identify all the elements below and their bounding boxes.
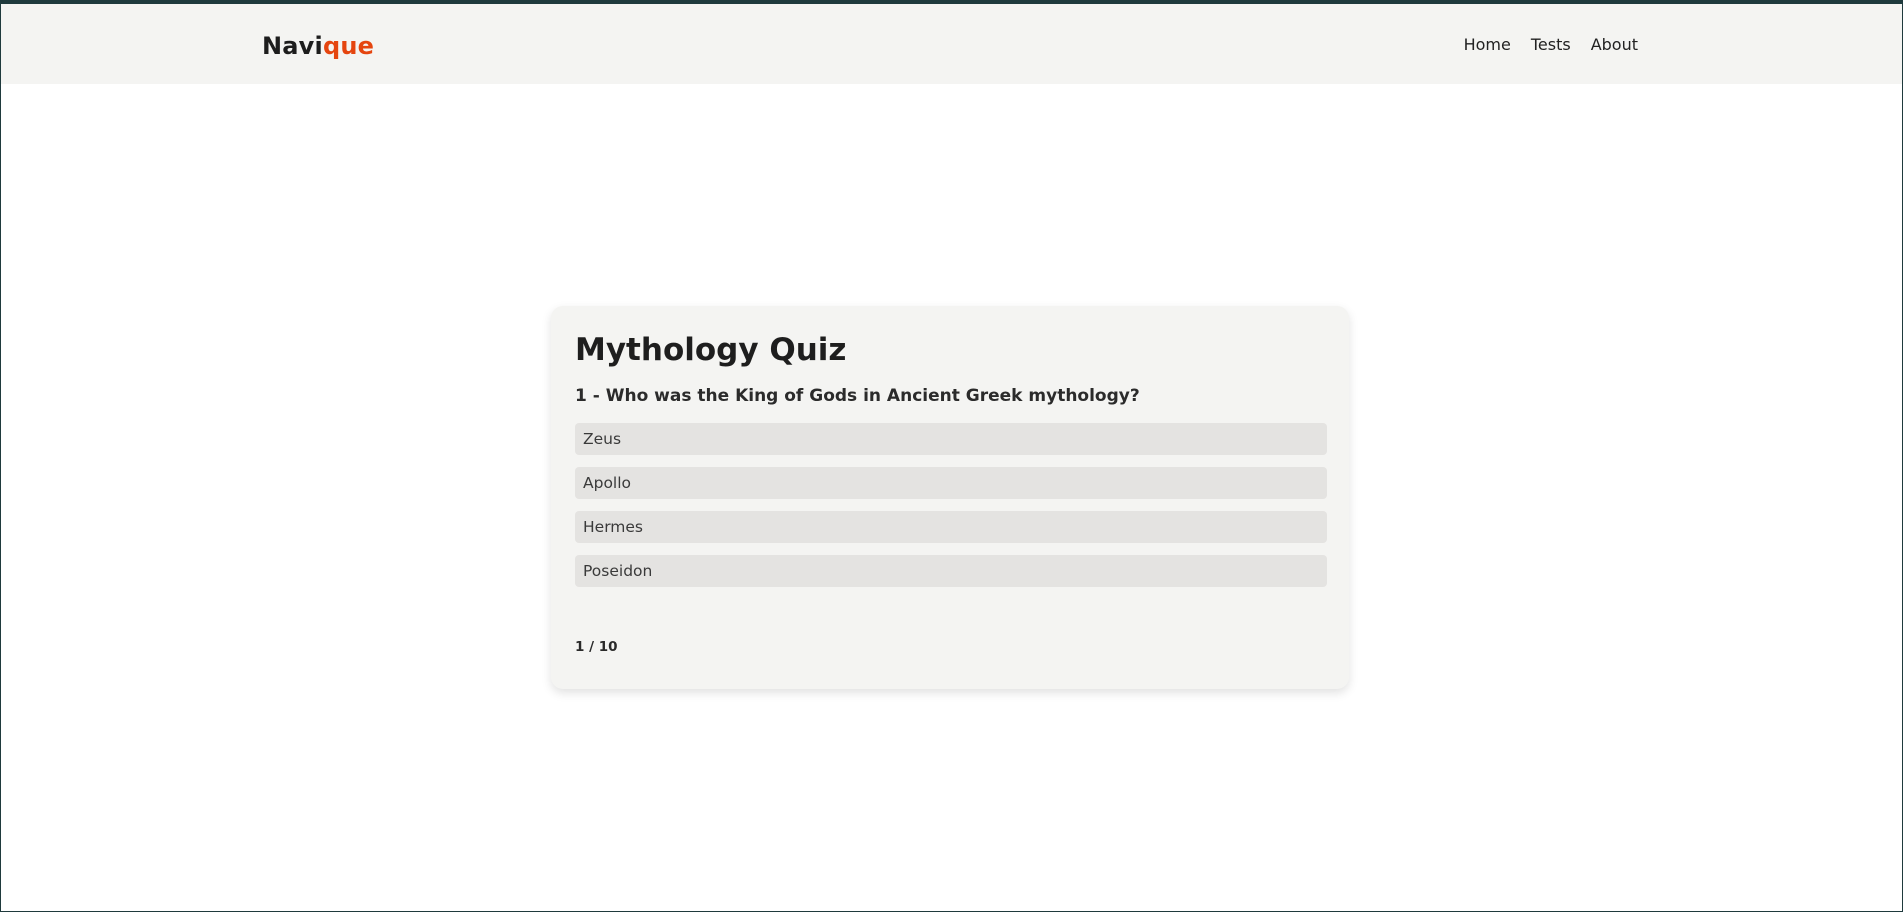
brand-logo-part1: Navi — [262, 32, 323, 60]
answer-option-poseidon[interactable]: Poseidon — [575, 555, 1327, 587]
answer-option-zeus[interactable]: Zeus — [575, 423, 1327, 455]
answer-options: Zeus Apollo Hermes Poseidon — [575, 423, 1327, 587]
brand-logo[interactable]: Navique — [262, 32, 374, 60]
brand-logo-part2: que — [322, 32, 375, 60]
nav-link-about[interactable]: About — [1591, 35, 1638, 55]
nav-link-home[interactable]: Home — [1464, 35, 1511, 55]
nav-link-tests[interactable]: Tests — [1531, 35, 1571, 55]
quiz-title: Mythology Quiz — [575, 332, 847, 368]
quiz-card: Mythology Quiz 1 - Who was the King of G… — [551, 306, 1349, 689]
nav-links: Home Tests About — [1464, 35, 1638, 55]
navbar: Navique Home Tests About — [0, 4, 1903, 84]
question-text: 1 - Who was the King of Gods in Ancient … — [575, 386, 1140, 406]
answer-option-apollo[interactable]: Apollo — [575, 467, 1327, 499]
question-progress: 1 / 10 — [575, 639, 618, 655]
answer-option-hermes[interactable]: Hermes — [575, 511, 1327, 543]
